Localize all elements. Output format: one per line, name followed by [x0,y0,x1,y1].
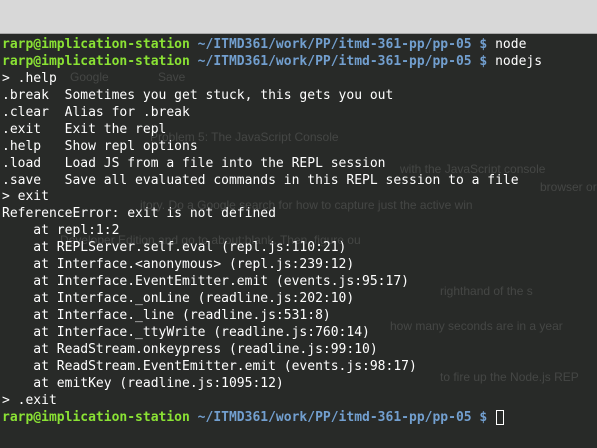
window-titlebar[interactable] [0,0,597,34]
prompt-command [487,410,495,425]
terminal-cursor [496,409,505,425]
prompt-user-host: rarp@implication-station [2,53,190,69]
prompt-path: ~/ITMD361/work/PP/itmd-361-pp/pp-05 $ [189,37,488,52]
terminal-window: Google Save Problem 5: The JavaScript Co… [0,0,597,448]
output-line: > .help [2,70,57,86]
prompt-path: ~/ITMD361/work/PP/itmd-361-pp/pp-05 $ [189,409,488,425]
output-line: .load Load JS from a file into the REPL … [2,155,386,171]
output-line: > .exit [2,392,57,408]
terminal-area[interactable]: Google Save Problem 5: The JavaScript Co… [0,34,597,448]
prompt-user-host: rarp@implication-station [2,409,190,425]
output-line: at ReadStream.onkeypress (readline.js:99… [2,341,378,357]
output-line: at Interface._ttyWrite (readline.js:760:… [2,324,370,340]
output-line: at emitKey (readline.js:1095:12) [2,375,284,391]
output-line: at Interface._line (readline.js:531:8) [2,308,331,323]
output-line: .help Show repl options [2,138,198,154]
output-line: .clear Alias for .break [2,104,190,120]
output-line: at ReadStream.EventEmitter.emit (events.… [2,358,417,374]
prompt-line: rarp@implication-station ~/ITMD361/work/… [2,409,597,426]
output-line: .break Sometimes you get stuck, this get… [2,87,394,103]
output-line: ReferenceError: exit is not defined [2,206,276,222]
output-line: > exit [2,189,49,205]
prompt-command: nodejs [487,53,543,69]
prompt-command: node [487,37,527,52]
output-line: .exit Exit the repl [2,121,167,137]
prompt-line: rarp@implication-station ~/ITMD361/work/… [2,53,597,70]
prompt-user-host: rarp@implication-station [2,37,190,52]
output-line: at REPLServer.self.eval (repl.js:110:21) [2,240,347,256]
output-line: .save Save all evaluated commands in thi… [2,172,519,188]
output-line: at Interface.<anonymous> (repl.js:239:12… [2,257,355,273]
output-line: at Interface.EventEmitter.emit (events.j… [2,274,409,290]
output-line: at repl:1:2 [2,223,120,239]
output-line: at Interface._onLine (readline.js:202:10… [2,291,355,307]
prompt-path: ~/ITMD361/work/PP/itmd-361-pp/pp-05 $ [189,53,488,69]
prompt-line: rarp@implication-station ~/ITMD361/work/… [2,36,597,53]
terminal-output: rarp@implication-station ~/ITMD361/work/… [2,36,597,426]
